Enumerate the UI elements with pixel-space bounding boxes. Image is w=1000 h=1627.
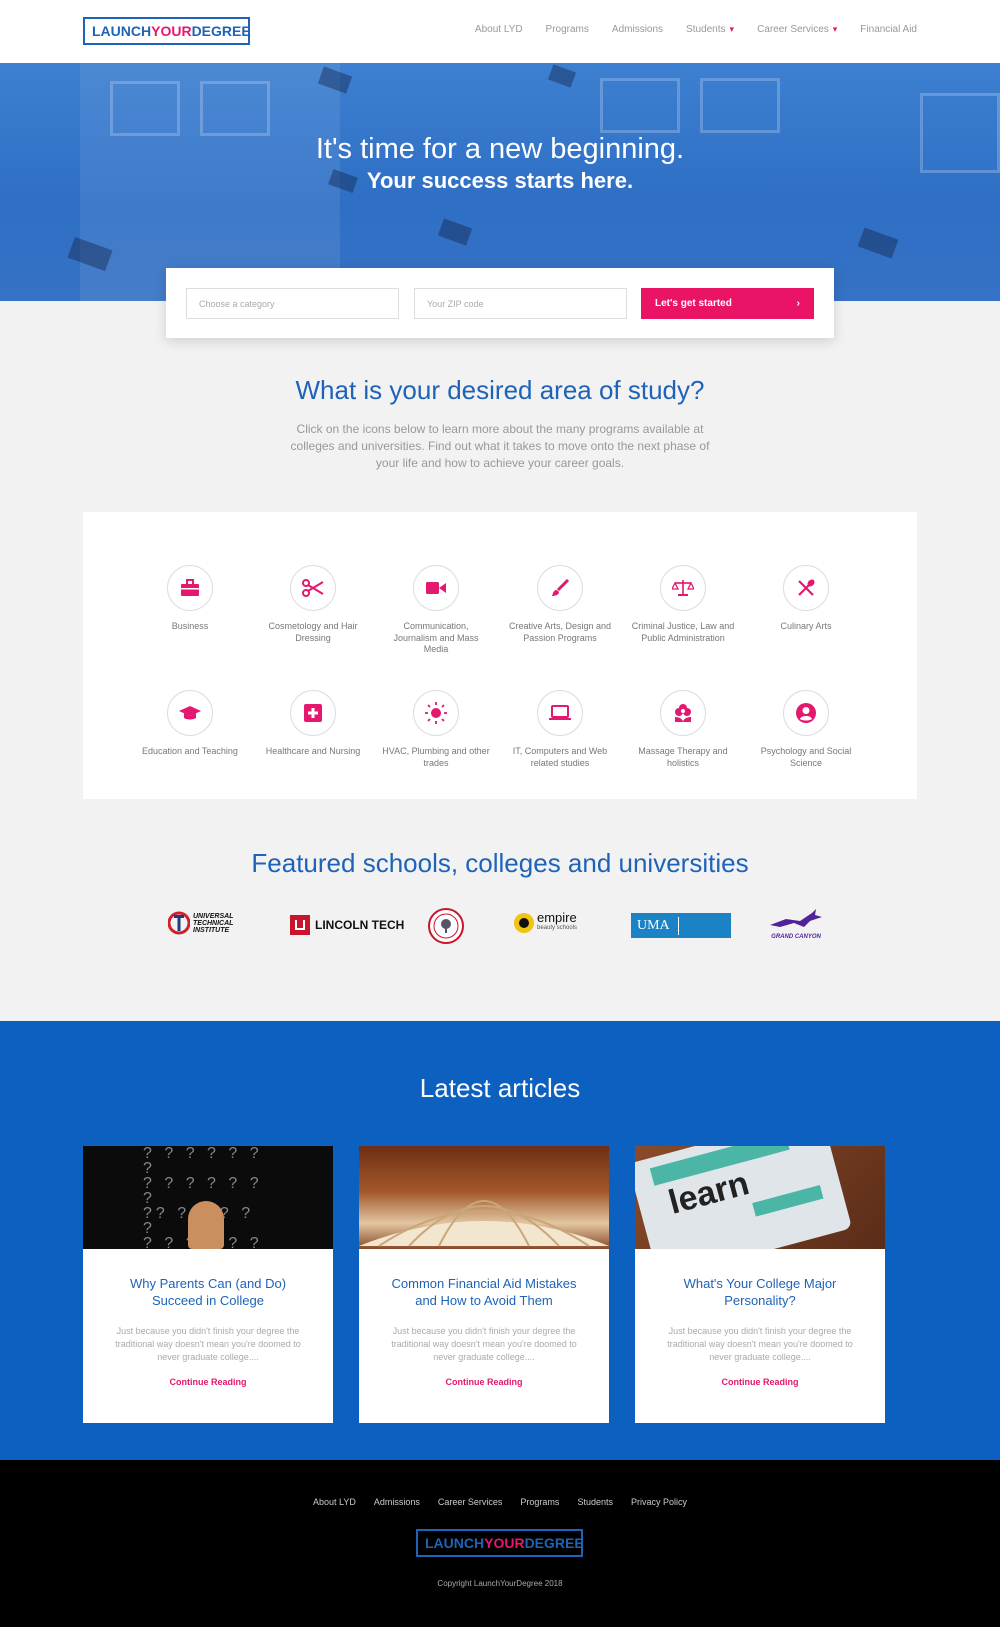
school-logo-seal[interactable]	[428, 908, 464, 944]
fork-knife-icon	[798, 579, 815, 596]
article-image: learn	[635, 1146, 885, 1249]
footer-link-students[interactable]: Students	[577, 1497, 613, 1507]
scissors-icon	[302, 579, 324, 597]
category-grid: Business Cosmetology and Hair Dressing C…	[83, 512, 917, 799]
nav-financial-aid[interactable]: Financial Aid	[860, 24, 917, 35]
nav-programs[interactable]: Programs	[546, 24, 589, 35]
school-logo-uma[interactable]: UMA	[631, 913, 731, 938]
school-logo-uti[interactable]: UNIVERSAL TECHNICAL INSTITUTE	[168, 910, 233, 936]
article-title: Common Financial Aid Mistakes and How to…	[391, 1276, 577, 1308]
hero-cap	[857, 227, 899, 259]
category-psychology[interactable]: Psychology and Social Science	[751, 690, 861, 769]
seal-logo-icon	[428, 908, 464, 944]
hero-banner: It's time for a new beginning. Your succ…	[0, 63, 1000, 301]
get-started-button[interactable]: Let's get started ›	[641, 288, 814, 319]
continue-reading-link[interactable]: Continue Reading	[359, 1377, 609, 1387]
person-circle-icon	[796, 703, 816, 723]
hero-headline: It's time for a new beginning.	[315, 133, 685, 165]
school-logos: UNIVERSAL TECHNICAL INSTITUTE LINCOLN TE…	[0, 905, 1000, 945]
article-excerpt: Just because you didn't finish your degr…	[667, 1326, 853, 1362]
continue-reading-link[interactable]: Continue Reading	[635, 1377, 885, 1387]
nav-career-services[interactable]: Career Services ▾	[757, 24, 837, 35]
nav-about[interactable]: About LYD	[475, 24, 523, 35]
uti-logo-icon	[168, 911, 190, 935]
briefcase-icon	[181, 579, 199, 596]
category-cosmetology[interactable]: Cosmetology and Hair Dressing	[258, 565, 368, 644]
lincoln-tech-logo-icon	[290, 915, 310, 935]
chevron-down-icon: ▾	[729, 24, 735, 34]
category-it[interactable]: IT, Computers and Web related studies	[505, 690, 615, 769]
site-header: LAUNCHYOURDEGREE About LYD Programs Admi…	[0, 0, 1000, 63]
chevron-down-icon: ▾	[832, 24, 838, 34]
footer-logo[interactable]: LAUNCHYOURDEGREE	[416, 1529, 584, 1557]
category-select[interactable]: Choose a category	[186, 288, 399, 319]
site-logo[interactable]: LAUNCHYOURDEGREE	[83, 17, 251, 45]
article-title: What's Your College Major Personality?	[683, 1276, 837, 1308]
search-card: Choose a category Your ZIP code Let's ge…	[166, 268, 834, 338]
category-education[interactable]: Education and Teaching	[135, 690, 245, 758]
article-card[interactable]: learn What's Your College Major Personal…	[635, 1146, 885, 1423]
paintbrush-icon	[552, 579, 569, 596]
hero-subheadline: Your success starts here.	[366, 168, 634, 193]
sun-icon	[425, 702, 447, 724]
category-healthcare[interactable]: Healthcare and Nursing	[258, 690, 368, 758]
article-image: ? ? ? ? ? ? ?? ? ? ? ? ? ??? ? ? ? ? ?? …	[83, 1146, 333, 1249]
article-title: Why Parents Can (and Do) Succeed in Coll…	[129, 1276, 287, 1308]
logo-text-degree: DEGREE	[191, 23, 251, 39]
category-business[interactable]: Business	[135, 565, 245, 633]
logo-text-launch: LAUNCH	[92, 23, 152, 39]
hero-window	[700, 78, 780, 133]
category-creative-arts[interactable]: Creative Arts, Design and Passion Progra…	[505, 565, 615, 644]
nav-students[interactable]: Students ▾	[686, 24, 734, 35]
footer-link-admissions[interactable]: Admissions	[374, 1497, 420, 1507]
nav-admissions[interactable]: Admissions	[612, 24, 663, 35]
video-camera-icon	[426, 582, 446, 594]
footer-link-about[interactable]: About LYD	[313, 1497, 356, 1507]
article-card[interactable]: Common Financial Aid Mistakes and How to…	[359, 1146, 609, 1423]
antelope-logo-icon	[770, 909, 822, 927]
article-card[interactable]: ? ? ? ? ? ? ?? ? ? ? ? ? ??? ? ? ? ? ?? …	[83, 1146, 333, 1423]
flower-icon	[675, 704, 691, 722]
study-title: What is your desired area of study?	[295, 375, 705, 405]
featured-title: Featured schools, colleges and universit…	[251, 848, 749, 878]
empire-logo-icon	[514, 913, 534, 933]
article-image	[359, 1146, 609, 1249]
hero-window	[110, 81, 180, 136]
articles-title: Latest articles	[419, 1073, 581, 1103]
category-communication[interactable]: Communication, Journalism and Mass Media	[381, 565, 491, 656]
zip-input[interactable]: Your ZIP code	[414, 288, 627, 319]
school-logo-lincoln-tech[interactable]: LINCOLN TECH	[290, 915, 404, 935]
woman-figure	[188, 1201, 224, 1249]
category-hvac[interactable]: HVAC, Plumbing and other trades	[381, 690, 491, 769]
copyright: Copyright LaunchYourDegree 2018	[437, 1579, 563, 1588]
footer-link-programs[interactable]: Programs	[520, 1497, 559, 1507]
footer-link-career-services[interactable]: Career Services	[438, 1497, 503, 1507]
latest-articles-section: Latest articles ? ? ? ? ? ? ?? ? ? ? ? ?…	[0, 1021, 1000, 1460]
medical-cross-icon	[304, 704, 322, 722]
graduation-cap-icon	[179, 706, 201, 720]
footer-link-privacy[interactable]: Privacy Policy	[631, 1497, 687, 1507]
hero-window	[200, 81, 270, 136]
main-nav: About LYD Programs Admissions Students ▾ …	[475, 24, 917, 35]
article-excerpt: Just because you didn't finish your degr…	[391, 1326, 577, 1362]
tablet-illustration: learn	[635, 1146, 853, 1249]
continue-reading-link[interactable]: Continue Reading	[83, 1377, 333, 1387]
hero-cap	[437, 218, 473, 246]
article-excerpt: Just because you didn't finish your degr…	[115, 1326, 301, 1362]
category-criminal-justice[interactable]: Criminal Justice, Law and Public Adminis…	[628, 565, 738, 644]
study-description: Click on the icons below to learn more a…	[290, 422, 710, 470]
chevron-right-icon: ›	[796, 298, 800, 309]
hero-cap	[547, 64, 577, 88]
site-footer: About LYD Admissions Career Services Pro…	[0, 1460, 1000, 1627]
school-logo-gcu[interactable]: GRAND CANYON	[766, 909, 826, 940]
category-massage[interactable]: Massage Therapy and holistics	[628, 690, 738, 769]
school-logo-empire[interactable]: empire beauty schools	[514, 911, 577, 933]
open-book-illustration	[359, 1200, 609, 1247]
footer-nav: About LYD Admissions Career Services Pro…	[0, 1497, 1000, 1507]
hero-window	[600, 78, 680, 133]
laptop-icon	[549, 705, 571, 720]
category-culinary[interactable]: Culinary Arts	[751, 565, 861, 633]
logo-text-your: YOUR	[151, 23, 192, 39]
scales-icon	[672, 580, 694, 596]
